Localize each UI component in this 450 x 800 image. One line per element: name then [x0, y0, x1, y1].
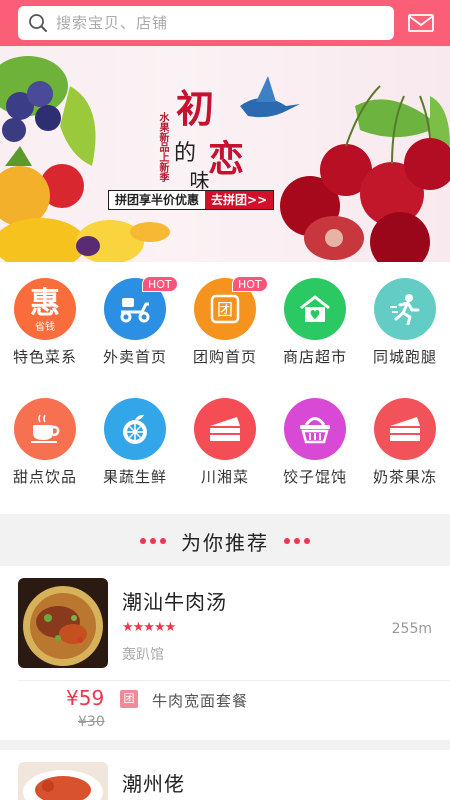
right-dots: [284, 538, 310, 544]
category-tiandian[interactable]: 甜点饮品: [0, 382, 90, 486]
category-naicha[interactable]: 奶茶果冻: [360, 382, 450, 486]
rating-stars: ★★★★★: [122, 620, 176, 635]
divider: [18, 680, 450, 681]
category-waimai[interactable]: HOT 外卖首页: [90, 262, 180, 366]
runner-icon: [374, 278, 436, 340]
category-guoshu[interactable]: 果蔬生鲜: [90, 382, 180, 486]
category-label: 饺子馄饨: [282, 468, 347, 486]
shop-name: 潮汕牛肉汤: [122, 590, 227, 614]
deal-name[interactable]: 牛肉宽面套餐: [152, 690, 248, 711]
shop-thumbnail: [18, 762, 108, 800]
search-box[interactable]: 搜索宝贝、店铺: [18, 6, 394, 40]
banner-side-tag: 水果新品上新季: [157, 112, 168, 182]
category-grid: 惠 省钱 特色菜系 HOT 外卖首页 团 HOT 团购首页 商店超市 同城跑腿 …: [0, 262, 450, 514]
shop-thumbnail: [18, 578, 108, 668]
basket-icon: [284, 398, 346, 460]
category-label: 果蔬生鲜: [102, 468, 167, 486]
recommend-title: 为你推荐: [181, 531, 269, 555]
hui-icon: 惠 省钱: [14, 278, 76, 340]
svg-text:惠: 惠: [30, 286, 60, 321]
hot-badge: HOT: [142, 276, 178, 292]
banner-title-3: 恋: [208, 138, 245, 180]
svg-text:团: 团: [217, 300, 233, 319]
category-label: 川湘菜: [200, 468, 249, 486]
search-icon: [29, 14, 47, 32]
deal-price: ¥59: [66, 686, 105, 710]
search-placeholder: 搜索宝贝、店铺: [56, 14, 169, 32]
category-label: 奶茶果冻: [372, 468, 437, 486]
shop-distance: 255m: [391, 621, 432, 637]
mail-icon[interactable]: [407, 9, 435, 37]
category-shop[interactable]: 商店超市: [270, 262, 360, 366]
svg-text:省钱: 省钱: [35, 320, 55, 333]
original-price: ¥30: [78, 714, 105, 730]
category-label: 商店超市: [282, 348, 347, 366]
banner-title-1: 初: [176, 86, 215, 131]
shop-name: 潮州佬: [122, 772, 185, 796]
hot-badge: HOT: [232, 276, 268, 292]
recommend-header: 为你推荐: [0, 514, 450, 566]
category-label: 甜点饮品: [12, 468, 77, 486]
shop-card[interactable]: 潮州佬: [0, 750, 450, 800]
tuan-tag: 团: [120, 690, 138, 708]
cake-icon: [194, 398, 256, 460]
category-jiaozi[interactable]: 饺子馄饨: [270, 382, 360, 486]
promo-button[interactable]: 去拼团>>: [205, 191, 274, 209]
category-chuanxiang[interactable]: 川湘菜: [180, 382, 270, 486]
promo-banner[interactable]: 水果新品上新季 初 的 恋 味道 拼团享半价优惠 去拼团>>: [0, 46, 450, 262]
top-bar: 搜索宝贝、店铺: [0, 0, 450, 46]
category-label: 同城跑腿: [372, 348, 437, 366]
store-icon: [284, 278, 346, 340]
group-buy-promo[interactable]: 拼团享半价优惠 去拼团>>: [108, 190, 275, 210]
category-label: 团购首页: [192, 348, 257, 366]
coffee-icon: [14, 398, 76, 460]
banner-title-2: 的: [174, 141, 197, 166]
fruit-icon: [104, 398, 166, 460]
shop-subtitle: 轰趴馆: [122, 647, 164, 663]
cake-slice-icon: [374, 398, 436, 460]
promo-text: 拼团享半价优惠: [115, 193, 200, 207]
category-tuangou[interactable]: 团 HOT 团购首页: [180, 262, 270, 366]
category-label: 特色菜系: [12, 348, 77, 366]
shop-card[interactable]: 潮汕牛肉汤 ★★★★★ 255m 轰趴馆 ¥59 ¥30 团 牛肉宽面套餐: [0, 566, 450, 740]
category-paotui[interactable]: 同城跑腿: [360, 262, 450, 366]
category-label: 外卖首页: [102, 348, 167, 366]
category-tese[interactable]: 惠 省钱 特色菜系: [0, 262, 90, 366]
